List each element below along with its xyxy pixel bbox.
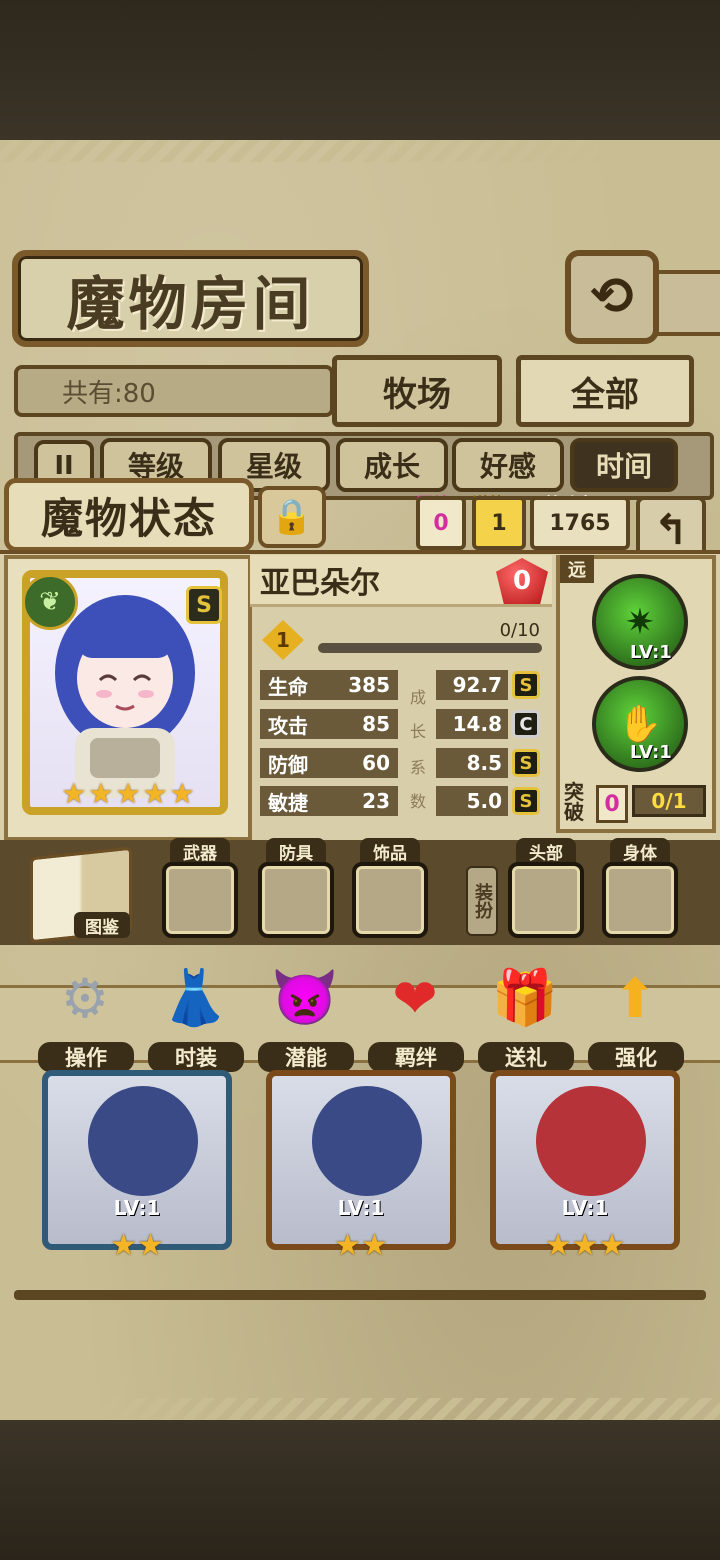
slot-label-accessory: 饰品 — [360, 838, 420, 864]
growth-char: 系 — [409, 758, 426, 777]
slot-label-weapon: 武器 — [170, 838, 230, 864]
status-title-plaque: 魔物状态 — [4, 478, 254, 552]
star-icon: ★ — [142, 777, 168, 810]
star-icon: ★ — [169, 777, 195, 810]
skill-level: LV:1 — [630, 642, 672, 663]
star-rating: ★ ★ ★ ★ ★ — [58, 777, 198, 813]
return-arrow-icon: ↰ — [653, 504, 689, 554]
stat-row-agility: 敏捷 23 — [260, 786, 398, 816]
star-icon: ★ — [61, 777, 87, 810]
monster-card[interactable] — [490, 1070, 680, 1250]
encyclopedia-button[interactable]: 图鉴 — [74, 912, 130, 938]
star-icon: ★ — [115, 777, 141, 810]
action-operate-button[interactable]: 操作 — [38, 1042, 134, 1072]
exp-bar — [318, 643, 542, 653]
stat-row-attack: 攻击 85 — [260, 709, 398, 739]
upgrade-arrow-icon[interactable]: ⬆ — [592, 962, 678, 1034]
grade-agility: S — [512, 787, 540, 815]
gear-icon[interactable]: ⚙ — [42, 962, 128, 1034]
breakthrough-count: 0 — [596, 785, 628, 823]
gift-icon[interactable]: 🎁 — [482, 962, 568, 1034]
outfit-icon[interactable]: 👗 — [152, 962, 238, 1034]
grade-attack: C — [512, 710, 540, 738]
weapon-slot[interactable] — [162, 862, 238, 938]
action-bond-button[interactable]: 羁绊 — [368, 1042, 464, 1072]
monster-card[interactable] — [266, 1070, 456, 1250]
exp-text: 0/10 — [499, 620, 540, 641]
growth-agility: 5.0 — [436, 786, 508, 816]
growth-hp: 92.7 — [436, 670, 508, 700]
background-top — [0, 0, 720, 140]
sort-affection-button[interactable]: 好感 — [452, 438, 564, 492]
action-enhance-button[interactable]: 强化 — [588, 1042, 684, 1072]
lock-button[interactable]: 🔒 — [258, 486, 326, 548]
action-outfit-button[interactable]: 时装 — [148, 1042, 244, 1072]
card-stars: ★★ — [110, 1228, 164, 1263]
page-title: 魔物房间 — [66, 269, 315, 338]
grade-defense: S — [512, 749, 540, 777]
stat-row-defense: 防御 60 — [260, 748, 398, 778]
power-value: 1765 — [530, 496, 630, 550]
lock-icon: 🔒 — [270, 497, 314, 537]
grade-hp: S — [512, 671, 540, 699]
tab-all[interactable]: 全部 — [516, 355, 694, 427]
return-arrow-icon: ⟲ — [590, 267, 634, 327]
stat-row-hp: 生命 385 — [260, 670, 398, 700]
parchment-edge-top — [0, 140, 720, 162]
monster-card-art — [88, 1086, 198, 1196]
slot-label-head: 头部 — [516, 838, 576, 864]
growth-char: 长 — [409, 722, 426, 741]
accessory-slot[interactable] — [352, 862, 428, 938]
action-gift-button[interactable]: 送礼 — [478, 1042, 574, 1072]
status-title: 魔物状态 — [40, 493, 217, 543]
star-icon: ★ — [88, 777, 114, 810]
growth-char: 成 — [409, 688, 426, 707]
nature-element-icon: ❦ — [22, 574, 78, 630]
tab-ranch[interactable]: 牧场 — [332, 355, 502, 427]
rank-badge: S — [186, 586, 222, 624]
heart-icon[interactable]: ❤ — [372, 962, 458, 1034]
breakthrough-value: 0/1 — [632, 785, 706, 817]
skill-level: LV:1 — [630, 742, 672, 763]
range-tag: 远 — [560, 555, 594, 583]
card-level: LV:1 — [561, 1196, 609, 1220]
bond-value: 0 — [416, 496, 466, 550]
back-button[interactable]: ⟲ — [565, 250, 659, 344]
breakthrough-label: 突破 — [564, 780, 584, 824]
monster-card[interactable] — [42, 1070, 232, 1250]
potential-icon[interactable]: 👿 — [262, 962, 348, 1034]
card-level: LV:1 — [113, 1196, 161, 1220]
growth-char: 数 — [409, 792, 426, 811]
card-level: LV:1 — [337, 1196, 385, 1220]
list-frame-bottom — [14, 1290, 706, 1300]
page-title-plaque: 魔物房间 — [12, 250, 369, 347]
action-potential-button[interactable]: 潜能 — [258, 1042, 354, 1072]
slot-label-body: 身体 — [610, 838, 670, 864]
growth-defense: 8.5 — [436, 748, 508, 778]
gem-count: 0 — [512, 566, 532, 596]
sort-time-button[interactable]: 时间 — [570, 438, 678, 492]
slot-label-armor: 防具 — [266, 838, 326, 864]
monster-count: 共有:80 — [14, 365, 334, 417]
monster-card-art — [536, 1086, 646, 1196]
body-slot[interactable] — [602, 862, 678, 938]
card-stars: ★★ — [334, 1228, 388, 1263]
parchment-edge-bottom — [0, 1398, 720, 1420]
sort-growth-button[interactable]: 成长 — [336, 438, 448, 492]
monster-card-art — [312, 1086, 422, 1196]
armor-slot[interactable] — [258, 862, 334, 938]
potential-value: 1 — [472, 496, 526, 550]
growth-attack: 14.8 — [436, 709, 508, 739]
card-stars: ★★★ — [544, 1228, 626, 1263]
background-bottom — [0, 1420, 720, 1560]
head-slot[interactable] — [508, 862, 584, 938]
dress-up-label: 装扮 — [466, 866, 498, 936]
